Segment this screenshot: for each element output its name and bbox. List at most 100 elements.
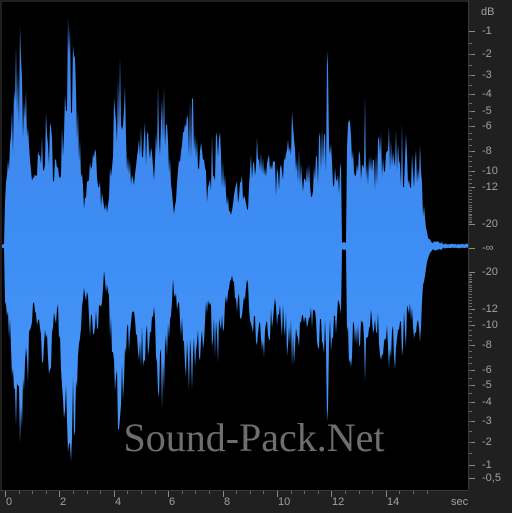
- time-minor-tick: [100, 491, 101, 494]
- db-minor-tick: [469, 378, 472, 379]
- db-minor-tick: [469, 75, 472, 76]
- db-minor-tick: [469, 151, 472, 152]
- db-minor-tick: [469, 156, 472, 157]
- db-minor-tick: [469, 207, 472, 208]
- db-minor-tick: [469, 275, 472, 276]
- time-minor-tick: [427, 491, 428, 494]
- db-minor-tick: [469, 103, 472, 104]
- db-minor-tick: [469, 133, 472, 134]
- time-minor-tick: [399, 491, 400, 494]
- db-label: -3: [482, 69, 492, 81]
- time-minor-tick: [127, 491, 128, 494]
- db-minor-tick: [469, 291, 472, 292]
- waveform-path: [2, 16, 468, 462]
- db-minor-tick: [469, 287, 472, 288]
- time-minor-tick: [236, 491, 237, 494]
- time-minor-tick: [250, 491, 251, 494]
- waveform-editor: dB -1 -2 -3 -4 -5 -6 -8 -10 -12 -20 -∞ -20 -12 -10 -8 -6…: [0, 0, 512, 513]
- db-minor-tick: [469, 357, 472, 358]
- db-minor-tick: [469, 313, 472, 314]
- db-minor-tick: [469, 281, 472, 282]
- db-label: -12: [482, 181, 498, 193]
- db-minor-tick: [469, 217, 472, 218]
- db-minor-tick: [469, 325, 472, 326]
- time-minor-tick: [73, 491, 74, 494]
- time-minor-tick: [195, 491, 196, 494]
- db-tick: [469, 248, 475, 249]
- db-minor-tick: [469, 351, 472, 352]
- time-minor-tick: [359, 491, 360, 494]
- db-label: -4: [482, 396, 492, 408]
- time-scale-ruler[interactable]: 0 2 4 6 8 10 12 14 sec: [0, 490, 512, 513]
- time-label: 12: [332, 496, 345, 508]
- db-minor-tick: [469, 402, 472, 403]
- db-minor-tick: [469, 202, 472, 203]
- db-label: -8: [482, 145, 492, 157]
- db-minor-tick: [469, 179, 472, 180]
- db-minor-tick: [469, 65, 472, 66]
- db-minor-tick: [469, 222, 472, 223]
- db-minor-tick: [469, 274, 472, 275]
- db-minor-tick: [469, 289, 472, 290]
- db-minor-tick: [469, 166, 472, 167]
- db-tick: [469, 465, 475, 466]
- db-tick: [469, 224, 475, 225]
- db-minor-tick: [469, 330, 472, 331]
- db-label: -6: [482, 120, 492, 132]
- db-label: -10: [482, 165, 498, 177]
- db-tick: [469, 272, 475, 273]
- db-minor-tick: [469, 279, 472, 280]
- db-minor-tick: [469, 85, 472, 86]
- db-minor-tick: [469, 43, 472, 44]
- time-minor-tick: [263, 491, 264, 494]
- db-minor-tick: [469, 145, 472, 146]
- db-minor-tick: [469, 193, 472, 194]
- db-minor-tick: [469, 94, 472, 95]
- db-minor-tick: [469, 385, 472, 386]
- db-label: -0,5: [482, 472, 501, 484]
- db-label: -12: [482, 303, 498, 315]
- db-minor-tick: [469, 171, 472, 172]
- db-minor-tick: [469, 183, 472, 184]
- db-label: -5: [482, 105, 492, 117]
- time-minor-tick: [19, 491, 20, 494]
- db-minor-tick: [469, 370, 472, 371]
- db-minor-tick: [469, 277, 472, 278]
- db-minor-tick: [469, 363, 472, 364]
- db-minor-tick: [469, 126, 472, 127]
- time-unit-label: sec: [451, 496, 469, 508]
- time-minor-tick: [372, 491, 373, 494]
- time-minor-tick: [87, 491, 88, 494]
- db-minor-tick: [469, 205, 472, 206]
- db-label: -4: [482, 88, 492, 100]
- db-minor-tick: [469, 215, 472, 216]
- db-label: -2: [482, 48, 492, 60]
- time-label: 6: [169, 496, 176, 508]
- db-minor-tick: [469, 297, 472, 298]
- db-minor-tick: [469, 190, 472, 191]
- db-minor-tick: [469, 294, 472, 295]
- time-label: 2: [60, 496, 67, 508]
- ruler-corner: [468, 490, 512, 512]
- db-label: -10: [482, 319, 498, 331]
- db-minor-tick: [469, 411, 472, 412]
- time-minor-tick: [155, 491, 156, 494]
- db-minor-tick: [469, 187, 472, 188]
- time-label: 0: [6, 496, 13, 508]
- db-minor-tick: [469, 300, 472, 301]
- time-label: 14: [387, 496, 400, 508]
- db-minor-tick: [469, 309, 472, 310]
- db-minor-tick: [469, 196, 472, 197]
- time-minor-tick: [318, 491, 319, 494]
- db-minor-tick: [469, 306, 472, 307]
- time-minor-tick: [345, 491, 346, 494]
- db-minor-tick: [469, 139, 472, 140]
- db-minor-tick: [469, 393, 472, 394]
- time-minor-tick: [291, 491, 292, 494]
- db-minor-tick: [469, 282, 472, 283]
- db-minor-tick: [469, 54, 472, 55]
- db-minor-tick: [469, 285, 472, 286]
- db-minor-tick: [469, 175, 472, 176]
- db-minor-tick: [469, 321, 472, 322]
- db-label: -5: [482, 379, 492, 391]
